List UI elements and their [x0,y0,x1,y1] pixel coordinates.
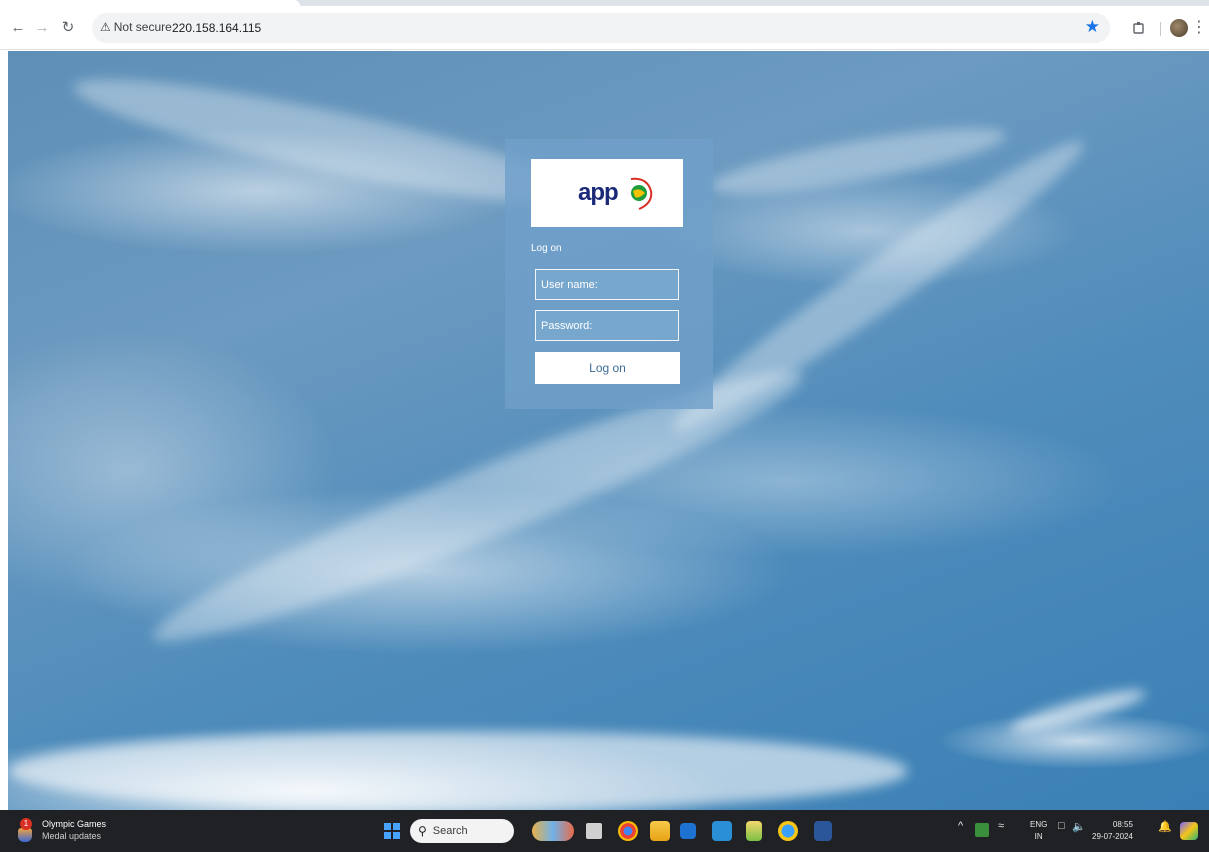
word-icon[interactable] [814,821,832,841]
task-view-icon[interactable] [586,823,602,839]
system-clock[interactable]: 08:55 29-07-2024 [1092,819,1133,843]
address-bar[interactable]: ⚠ Not secure 220.158.164.115 ★ [92,13,1110,43]
edge-icon[interactable] [778,821,798,841]
copilot-icon[interactable] [1180,822,1198,840]
widgets-news-icon[interactable] [532,821,574,841]
taskbar-search[interactable]: ⚲ Search [410,819,514,843]
ms-store-bag-icon[interactable] [746,821,762,841]
browser-toolbar: ← → ↻ ⚠ Not secure 220.158.164.115 ★ ⋮ [0,6,1209,50]
profile-avatar[interactable] [1170,19,1188,37]
cloud-decoration [1007,683,1149,739]
username-input[interactable] [535,269,679,300]
toolbar-separator [1160,22,1161,36]
clock-time: 08:55 [1112,820,1133,829]
chevron-up-icon[interactable]: ^ [958,820,963,832]
region-code: IN [1034,832,1043,841]
language-indicator[interactable]: ENG IN [1030,819,1047,843]
taskbar: 1 Olympic Games Medal updates ⚲ Search ^… [0,810,1209,852]
store-icon[interactable] [680,823,696,839]
file-explorer-icon[interactable] [650,821,670,841]
search-icon: ⚲ [418,824,427,838]
url-text[interactable]: 220.158.164.115 [172,21,261,35]
extensions-puzzle-icon[interactable] [1128,17,1150,39]
login-panel: app Log on Log on [505,139,713,409]
display-icon[interactable]: □ [1058,820,1065,832]
search-label: Search [432,825,468,837]
logon-heading: Log on [531,243,562,254]
cloud-decoration [706,115,1010,207]
logon-button[interactable]: Log on [535,352,680,384]
back-arrow-icon[interactable]: ← [8,18,28,38]
logo-text: app [578,179,619,206]
security-label: Not secure [113,20,172,34]
kebab-menu-icon[interactable]: ⋮ [1188,17,1209,39]
network-icon[interactable]: ≈ [998,820,1004,832]
security-indicator[interactable]: ⚠ Not secure [100,20,172,34]
clock-date: 29-07-2024 [1092,832,1133,841]
password-input[interactable] [535,310,679,341]
warning-triangle-icon: ⚠ [100,20,111,34]
reload-icon[interactable]: ↻ [58,18,78,38]
widget-title: Olympic Games [42,819,107,829]
widget-subtitle: Medal updates [42,831,102,841]
chrome-icon[interactable] [618,821,638,841]
notification-badge: 1 [20,818,32,830]
page-background: app Log on Log on [8,51,1209,810]
tally-app-icon[interactable] [712,821,732,841]
globe-logo-icon [630,177,653,210]
app-logo: app [531,159,683,227]
vpn-tray-icon[interactable] [975,823,989,837]
cloud-decoration [8,731,908,810]
forward-arrow-icon[interactable]: → [32,18,52,38]
weather-widget[interactable]: 1 Olympic Games Medal updates [16,818,106,842]
speaker-mute-icon[interactable]: 🔈 [1072,820,1086,833]
bookmark-star-icon[interactable]: ★ [1085,17,1100,37]
olympic-torch-icon: 1 [16,818,36,842]
windows-start-icon[interactable] [384,823,400,839]
language-code: ENG [1030,820,1048,829]
notification-bell-icon[interactable]: 🔔 [1158,820,1172,833]
